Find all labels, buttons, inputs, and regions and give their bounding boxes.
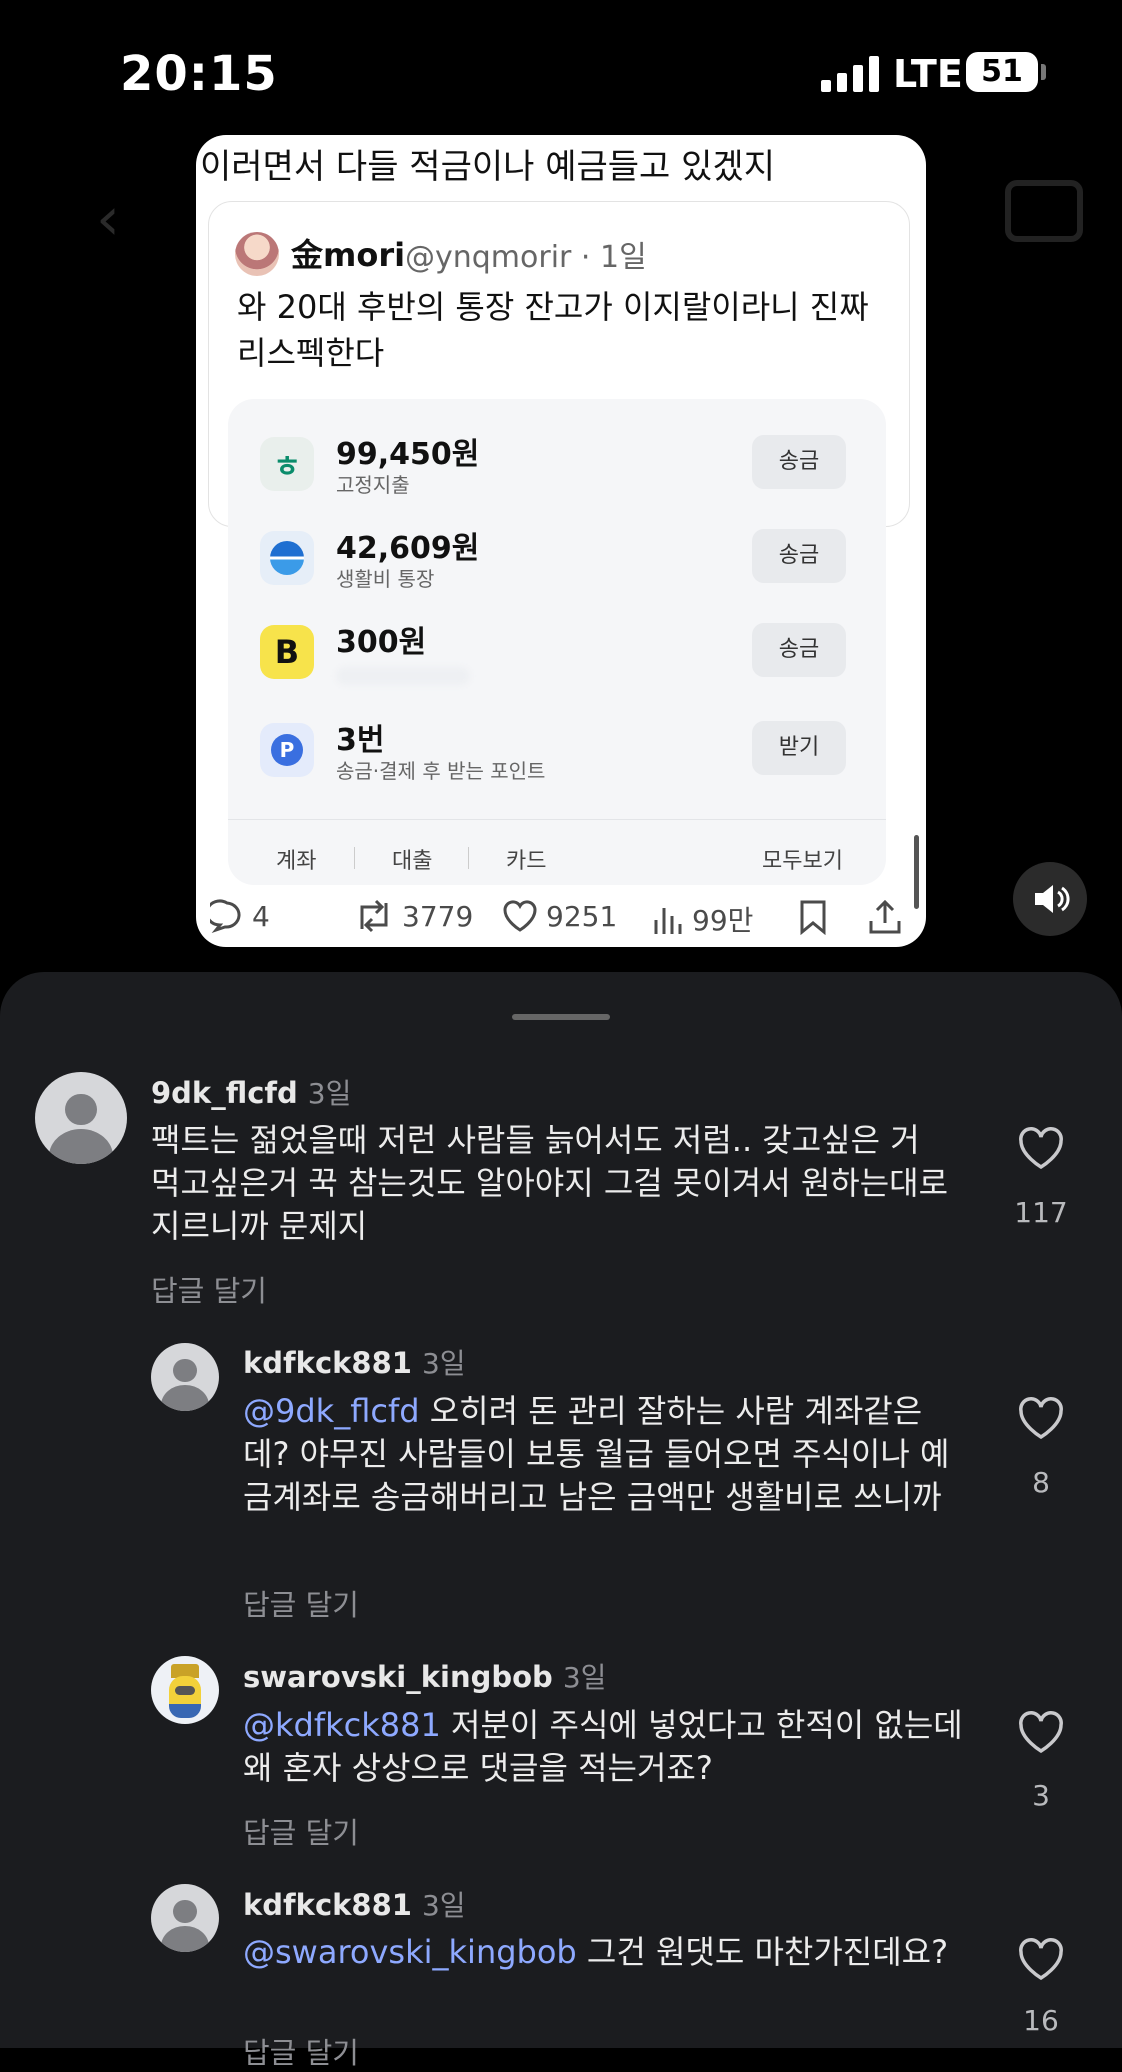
send-button: 송금 bbox=[752, 623, 846, 677]
comment-text: 팩트는 젊었을때 저런 사람들 늙어서도 저럼.. 갖고싶은 거 먹고싶은거 꾹… bbox=[151, 1121, 949, 1245]
heart-icon bbox=[1019, 1711, 1063, 1754]
like-count: 117 bbox=[1014, 1196, 1068, 1229]
username-text[interactable]: kdfkck881 bbox=[243, 1888, 412, 1922]
points-p-icon: P bbox=[260, 723, 314, 777]
divider bbox=[468, 847, 469, 869]
repost-stat[interactable]: 3779 bbox=[354, 899, 473, 933]
comment-date: 3일 bbox=[421, 1889, 466, 1922]
comment-date: 3일 bbox=[307, 1077, 352, 1110]
mention-link[interactable]: @kdfkck881 bbox=[243, 1706, 441, 1744]
kakaobank-b-icon: B bbox=[260, 625, 314, 679]
reply-button[interactable]: 답글 달기 bbox=[243, 1582, 359, 1624]
share-button[interactable] bbox=[868, 899, 902, 935]
avatar[interactable] bbox=[151, 1343, 219, 1411]
like-count: 16 bbox=[1023, 2004, 1059, 2037]
views-stat[interactable]: 99만 bbox=[652, 899, 753, 939]
repost-icon bbox=[360, 899, 388, 933]
bank-tab-card: 카드 bbox=[506, 849, 547, 874]
account-label: 고정지출 bbox=[336, 473, 410, 497]
send-button: 송금 bbox=[752, 435, 846, 489]
comment-username[interactable]: kdfkck881 3일 bbox=[243, 1342, 466, 1382]
avatar[interactable] bbox=[35, 1072, 127, 1164]
comment-date: 3일 bbox=[562, 1661, 607, 1694]
avatar[interactable] bbox=[151, 1656, 219, 1724]
reply-button[interactable]: 답글 달기 bbox=[243, 2030, 359, 2072]
comment-text: @kdfkck881 저분이 주식에 넣었다고 한적이 없는데 왜 혼자 상상으… bbox=[243, 1704, 963, 1790]
reply-stat[interactable]: 4 bbox=[210, 899, 270, 933]
sheet-drag-handle[interactable] bbox=[512, 1014, 610, 1020]
account-amount: 300원 bbox=[336, 625, 427, 660]
views-count: 99만 bbox=[692, 904, 754, 937]
username-text[interactable]: swarovski_kingbob bbox=[243, 1660, 553, 1694]
like-button[interactable] bbox=[1017, 1127, 1065, 1171]
status-time: 20:15 bbox=[120, 46, 278, 102]
like-count: 8 bbox=[1032, 1466, 1050, 1499]
hana-bank-icon: ㅎ bbox=[260, 437, 314, 491]
bookmark-icon bbox=[800, 900, 826, 935]
account-label: 송금·결제 후 받는 포인트 bbox=[336, 759, 546, 783]
bank-screenshot: ㅎ 99,450원 고정지출 송금 42,609원 생활비 통장 송금 B 30… bbox=[228, 399, 886, 885]
account-amount: 42,609원 bbox=[336, 531, 480, 566]
back-icon[interactable]: ‹ bbox=[96, 184, 120, 254]
comment-text: @9dk_flcfd 오히려 돈 관리 잘하는 사람 계좌같은데? 야무진 사람… bbox=[243, 1390, 963, 1519]
views-icon bbox=[654, 908, 682, 934]
comment-text: @swarovski_kingbob 그건 원댓도 마찬가진데요? bbox=[243, 1931, 963, 1974]
quoted-text: 와 20대 후반의 통장 잔고가 이지랄이라니 진짜 리스펙한다 bbox=[237, 288, 869, 372]
divider bbox=[228, 819, 886, 820]
bank-tab-account: 계좌 bbox=[276, 849, 317, 874]
comment-body: 그건 원댓도 마찬가진데요? bbox=[576, 1933, 949, 1971]
comment-username[interactable]: swarovski_kingbob 3일 bbox=[243, 1656, 606, 1696]
heart-icon bbox=[1019, 1397, 1063, 1440]
like-count: 3 bbox=[1032, 1779, 1050, 1812]
quoted-author-handle: @ynqmorir · 1일 bbox=[405, 240, 647, 275]
avatar[interactable] bbox=[151, 1884, 219, 1952]
receive-button: 받기 bbox=[752, 721, 846, 775]
send-button: 송금 bbox=[752, 529, 846, 583]
account-amount: 99,450원 bbox=[336, 437, 480, 472]
quoted-author-name: 金mori bbox=[291, 236, 406, 274]
like-button[interactable] bbox=[1017, 1711, 1065, 1755]
mention-link[interactable]: @swarovski_kingbob bbox=[243, 1933, 577, 1971]
post-caption: 이러면서 다들 적금이나 예금들고 있겠지 bbox=[200, 147, 775, 187]
divider bbox=[354, 847, 355, 869]
comment-username[interactable]: kdfkck881 3일 bbox=[243, 1884, 466, 1924]
battery-tip bbox=[1041, 64, 1046, 80]
quoted-avatar bbox=[235, 232, 279, 276]
repost-count: 3779 bbox=[402, 899, 474, 933]
blurred-label bbox=[336, 667, 470, 685]
like-button[interactable] bbox=[1017, 1938, 1065, 1982]
bank-view-all: 모두보기 bbox=[762, 849, 843, 874]
signal-icon bbox=[821, 56, 881, 92]
camera-icon[interactable] bbox=[1005, 180, 1083, 242]
like-button[interactable] bbox=[1017, 1397, 1065, 1441]
like-stat[interactable]: 9251 bbox=[502, 899, 617, 933]
heart-icon bbox=[1019, 1938, 1063, 1981]
account-label: 생활비 통장 bbox=[336, 567, 435, 591]
heart-icon bbox=[1019, 1127, 1063, 1170]
reply-icon bbox=[210, 899, 241, 933]
reply-button[interactable]: 답글 달기 bbox=[151, 1268, 267, 1310]
bookmark-button[interactable] bbox=[798, 899, 828, 935]
mention-link[interactable]: @9dk_flcfd bbox=[243, 1392, 420, 1430]
reply-count: 4 bbox=[252, 899, 270, 933]
username-text[interactable]: kdfkck881 bbox=[243, 1346, 412, 1380]
like-count: 9251 bbox=[546, 899, 618, 933]
volume-icon bbox=[1035, 885, 1070, 913]
post-stats-bar: 4 3779 9251 99만 bbox=[196, 895, 926, 941]
comment-username[interactable]: 9dk_flcfd 3일 bbox=[151, 1072, 351, 1112]
heart-icon bbox=[503, 900, 537, 932]
reply-button[interactable]: 답글 달기 bbox=[243, 1810, 359, 1852]
battery-icon: 51 bbox=[966, 52, 1038, 92]
username-text[interactable]: 9dk_flcfd bbox=[151, 1076, 298, 1110]
account-amount: 3번 bbox=[336, 723, 385, 758]
comment-date: 3일 bbox=[421, 1347, 466, 1380]
volume-button[interactable] bbox=[1013, 862, 1087, 936]
bank-tab-loan: 대출 bbox=[392, 849, 433, 874]
bank-wave-icon bbox=[260, 531, 314, 585]
network-label: LTE bbox=[893, 52, 963, 96]
shared-post-card[interactable]: 이러면서 다들 적금이나 예금들고 있겠지 金mori @ynqmorir · … bbox=[196, 135, 926, 947]
share-icon bbox=[869, 899, 901, 934]
